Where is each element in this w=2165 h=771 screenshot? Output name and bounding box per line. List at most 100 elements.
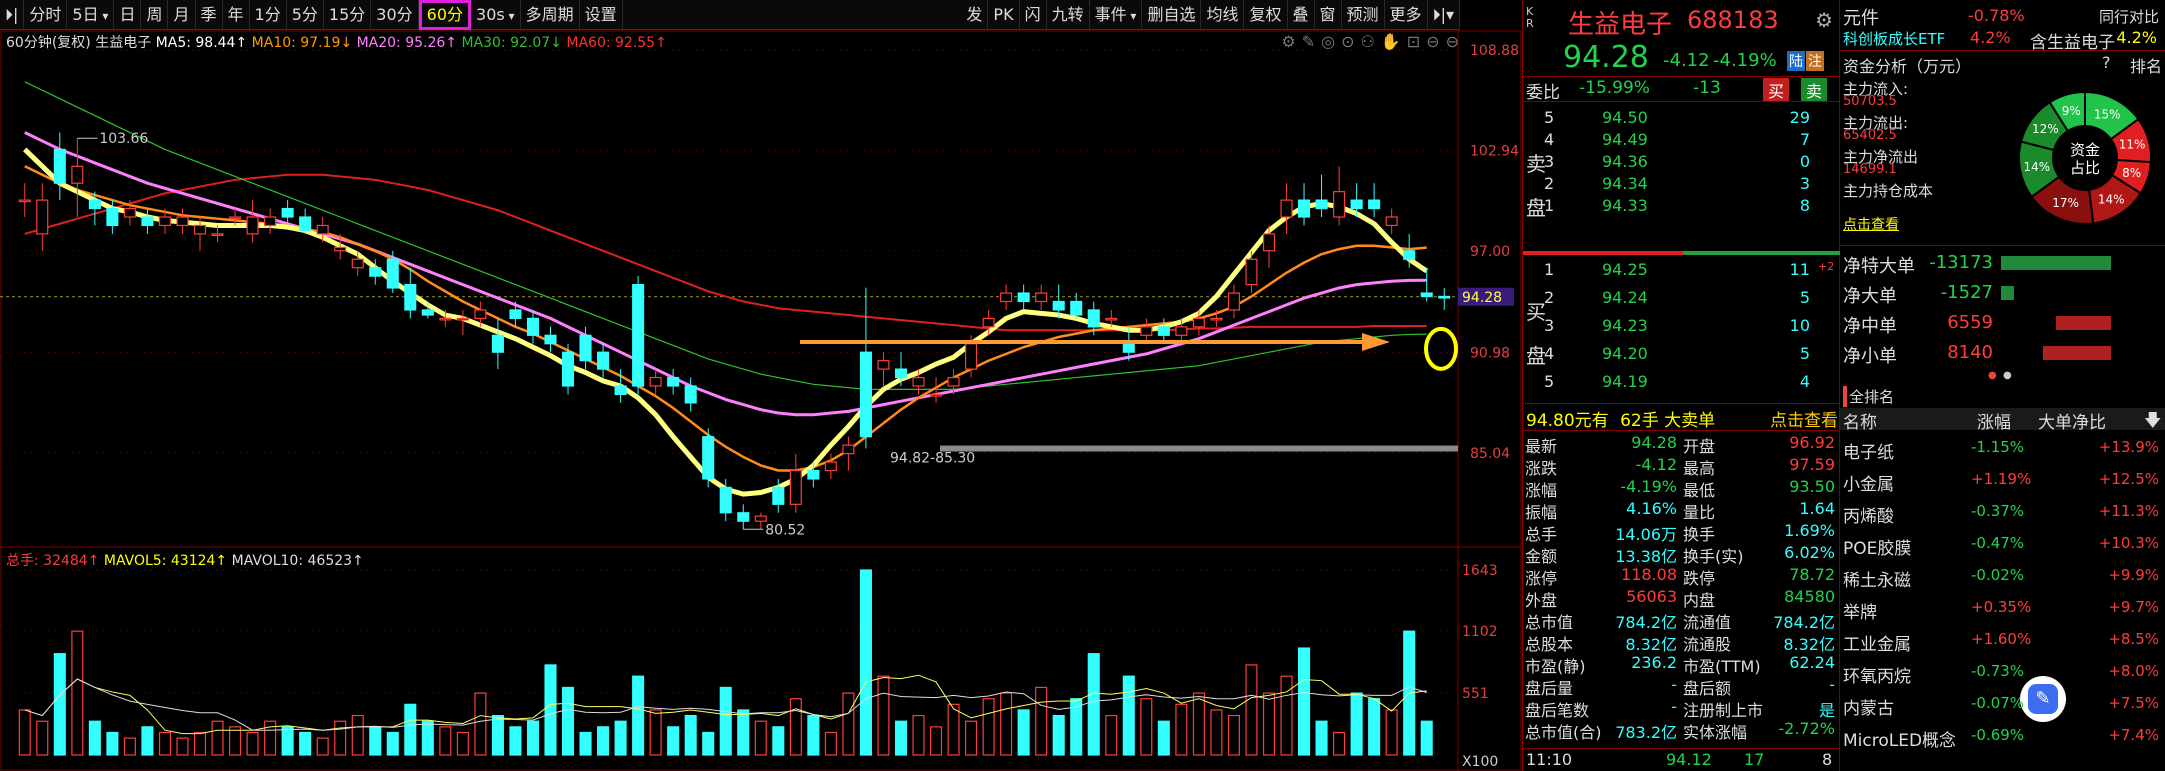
ma20-line [24,131,1427,417]
buy-level-row[interactable]: 4 94.20 5 [1522,344,1832,366]
quote-label: 实体涨幅 [1683,723,1748,742]
sell-level-row[interactable]: 1 94.33 8 [1522,196,1832,218]
volume-bar [824,731,837,756]
candlestick-chart[interactable]: 108.88 102.94 97.00 90.98 85.04 94.28 94.82-85… [0,30,1522,771]
period-tab-2[interactable]: 日 [114,0,142,30]
volume-bar [369,726,382,756]
buy-button[interactable]: 买 [1763,78,1790,102]
toolbar-action-5[interactable]: 删自选 [1142,0,1202,30]
industry-pct: -0.78% [1968,6,2025,25]
sector-row[interactable]: 小金属 +1.19% +12.5% [1843,470,2165,495]
quote-value: 784.2亿 [1773,613,1835,632]
help-icon[interactable]: ? [2102,53,2111,72]
volume-bar [404,703,417,756]
volume-bar [1280,675,1293,756]
period-tab-8[interactable]: 5分 [287,0,324,30]
candle-body [1420,292,1433,298]
sector-name: MicroLED概念 [1843,731,1957,751]
quote-label: 总手 [1525,525,1558,544]
sector-row[interactable]: MicroLED概念 -0.69% +7.4% [1843,726,2165,751]
volume-bar [667,726,680,756]
toolbar-action-2[interactable]: 闪 [1020,0,1047,30]
period-tab-12[interactable]: 30s [471,0,521,30]
peer-compare-link[interactable]: 同行对比 [2099,6,2159,27]
toolbar-action-9[interactable]: 窗 [1315,0,1342,30]
buy-level-row[interactable]: 2 94.24 5 [1522,288,1832,310]
buy-level-row[interactable]: 1 94.25 11 +2 [1522,260,1834,282]
big-order-row[interactable]: 94.80元有 62手 大卖单 点击查看 [1526,406,1841,431]
period-tab-6[interactable]: 年 [223,0,250,30]
quote-value: 783.2亿 [1615,723,1677,742]
sector-row[interactable]: POE胶膜 -0.47% +10.3% [1843,534,2165,559]
fund-click-view[interactable]: 点击查看 [1843,214,1899,234]
sector-header-name[interactable]: 名称 [1843,408,1877,433]
expand-icon[interactable]: ⏵|▾ [1428,0,1460,30]
period-tab-10[interactable]: 30分 [371,0,419,30]
sector-row[interactable]: 电子纸 -1.15% +13.9% [1843,438,2165,463]
period-tab-3[interactable]: 周 [141,0,169,30]
sector-header-pct[interactable]: 涨幅 [1977,408,2011,433]
toolbar-action-10[interactable]: 预测 [1342,0,1385,30]
donut-slice-label: 15% [2094,107,2121,121]
net-flow-value: 6559 [1947,312,1993,333]
sector-header-net[interactable]: 大单净比 [2038,408,2106,433]
sector-row[interactable]: 举牌 +0.35% +9.7% [1843,598,2165,623]
pager-dot[interactable]: ● [2003,370,2013,381]
sector-net-ratio: +7.5% [2108,694,2159,712]
sort-down-icon[interactable]: 🡇 [2144,408,2161,437]
sector-row[interactable]: 环氧丙烷 -0.73% +8.0% [1843,662,2165,687]
buy-level-row[interactable]: 5 94.19 4 [1522,372,1832,394]
period-tab-9[interactable]: 15分 [324,0,372,30]
sector-row[interactable]: 稀土永磁 -0.02% +9.9% [1843,566,2165,591]
rank-tab[interactable]: 排名 [2130,53,2162,77]
sector-row[interactable]: 内蒙古 -0.07% +7.5% [1843,694,2165,719]
volume-bar [632,675,645,756]
settings-gear-icon[interactable]: ⚙ [1815,8,1833,32]
candle-body [842,444,855,455]
candle-body [509,309,522,320]
quote-value: 84580 [1784,587,1835,606]
toolbar-action-4[interactable]: 事件 [1090,0,1143,30]
period-tab-14[interactable]: 设置 [580,0,623,30]
sell-level-row[interactable]: 5 94.50 29 [1522,108,1832,130]
period-tab-7[interactable]: 1分 [250,0,287,30]
quote-value: -4.12 [1635,455,1677,474]
toolbar-action-8[interactable]: 叠 [1288,0,1315,30]
period-tab-11[interactable]: 60分 [418,0,472,30]
volume-bar [1368,698,1381,756]
toolbar-action-7[interactable]: 复权 [1244,0,1288,30]
period-tab-1[interactable]: 5日 [67,0,115,30]
sell-button[interactable]: 卖 [1801,78,1828,102]
volume-bar [789,698,802,756]
sell-level-row[interactable]: 3 94.36 0 [1522,152,1832,174]
sector-row[interactable]: 丙烯酸 -0.37% +11.3% [1843,502,2165,527]
quote-label: 总市值 [1525,613,1574,632]
quote-value: - [1671,697,1677,716]
sell-level-row[interactable]: 4 94.49 7 [1522,130,1832,152]
volume-unit: X100 [1462,754,1498,770]
pager-dots[interactable]: ● [1988,370,1998,381]
period-tab-0[interactable]: 分时 [24,0,68,30]
candle-body [1000,292,1013,303]
period-tab-13[interactable]: 多周期 [521,0,580,30]
candle-body [18,199,31,203]
menu-icon[interactable]: ⏵| [0,0,25,30]
sector-row[interactable]: 工业金属 +1.60% +8.5% [1843,630,2165,655]
buy-level-row[interactable]: 3 94.23 10 [1522,316,1832,338]
toolbar-action-1[interactable]: PK [988,0,1020,30]
toolbar-action-11[interactable]: 更多 [1385,0,1428,30]
price-change: -4.12 [1663,50,1710,71]
toolbar-action-3[interactable]: 九转 [1047,0,1090,30]
big-order-link[interactable]: 点击查看 [1770,406,1838,431]
period-tab-5[interactable]: 季 [196,0,223,30]
period-tab-4[interactable]: 月 [168,0,196,30]
toolbar-action-0[interactable]: 发 [961,0,989,30]
quote-value: 1.69% [1784,521,1835,540]
candle-body [351,258,364,269]
sell-level-row[interactable]: 2 94.34 3 [1522,174,1832,196]
industry-name[interactable]: 元件 [1843,4,1879,30]
toolbar-action-6[interactable]: 均线 [1201,0,1245,30]
candle-body [158,216,171,227]
quote-row: 外盘 56063 内盘 84580 [1525,587,1837,610]
etf-name[interactable]: 科创板成长ETF [1843,28,1945,49]
